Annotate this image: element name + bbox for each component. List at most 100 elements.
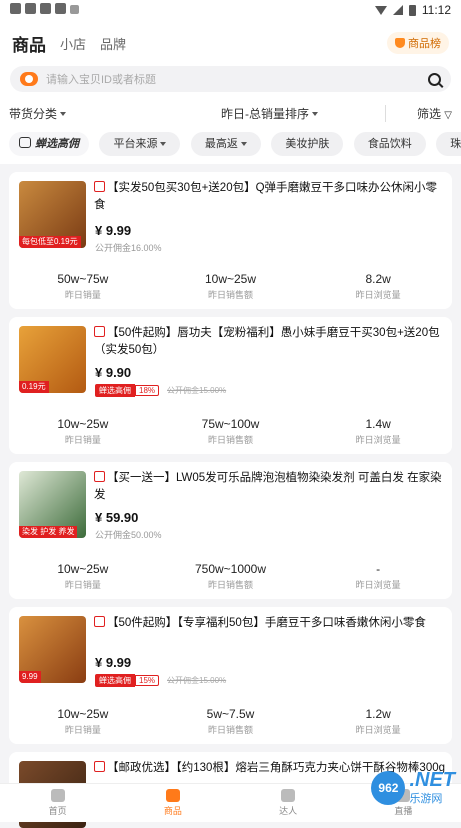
high-commission-badge: 蝉选高佣 15% 公开佣金15.00%: [95, 674, 226, 687]
nav-home[interactable]: 首页: [0, 789, 115, 817]
stat-value: 75w~100w: [201, 417, 260, 431]
thumbnail-label: 0.19元: [19, 381, 49, 393]
chip-platform-source[interactable]: 平台来源: [99, 132, 181, 156]
product-card[interactable]: 0.19元 【50件起购】唇功夫【宠粉福利】愚小妹手磨豆干买30包+送20包（实…: [9, 317, 452, 454]
product-thumbnail: 每包低至0.19元: [19, 181, 86, 248]
nav-label: 首页: [48, 806, 67, 816]
product-rank-button[interactable]: 商品榜: [387, 32, 449, 54]
stat-label: 昨日销量: [64, 290, 101, 300]
signal-icon: [392, 5, 403, 15]
notification-icon: [25, 3, 36, 14]
stat-label: 昨日销量: [64, 580, 101, 590]
watermark-domain: .NET: [409, 769, 455, 791]
shop-icon: [94, 181, 105, 192]
category-filter[interactable]: 带货分类: [9, 105, 154, 122]
product-list: 每包低至0.19元 【实发50包买30包+送20包】Q弹手磨嫩豆干多口味办公休闲…: [0, 172, 461, 828]
chanxuan-icon: [19, 137, 31, 148]
stat-sales-volume: 10w~25w 昨日销量: [9, 562, 157, 591]
search-input[interactable]: 请输入宝贝ID或者标题: [10, 66, 451, 92]
stat-label: 昨日销售额: [208, 290, 254, 300]
stat-value: 1.4w: [365, 417, 391, 431]
stat-sales-amount: 10w~25w 昨日销售额: [157, 272, 305, 301]
chip-highest-rebate[interactable]: 最高返: [190, 132, 261, 156]
shop-icon: [94, 761, 105, 772]
stat-label: 昨日销量: [64, 725, 101, 735]
person-icon: [281, 789, 296, 802]
badge-label: 蝉选高佣: [95, 674, 135, 687]
shop-icon: [94, 326, 105, 337]
category-filter-label: 带货分类: [9, 106, 58, 121]
product-price: ¥ 59.90: [95, 510, 139, 525]
search-area: 请输入宝贝ID或者标题: [0, 66, 461, 96]
screen-button[interactable]: 筛选 ▽: [385, 104, 452, 122]
public-commission: 公开佣金16.00%: [95, 243, 162, 253]
stat-label: 昨日浏览量: [355, 290, 401, 300]
status-icons-left: [10, 1, 83, 19]
trophy-icon: [395, 38, 405, 48]
thumbnail-label: 每包低至0.19元: [19, 236, 81, 248]
public-commission: 公开佣金15.00%: [167, 386, 227, 395]
site-watermark: 962 .NET 乐游网: [371, 770, 455, 806]
product-stats: 50w~75w 昨日销量 10w~25w 昨日销售额 8.2w 昨日浏览量: [9, 272, 452, 301]
nav-products[interactable]: 商品: [115, 789, 230, 817]
product-stats: 10w~25w 昨日销量 75w~100w 昨日销售额 1.4w 昨日浏览量: [9, 417, 452, 446]
product-card[interactable]: 9.99 【50件起购】【专享福利50包】手磨豆干多口味香嫩休闲小零食 ¥ 9.…: [9, 607, 452, 744]
chip-label: 珠宝饰品: [450, 138, 461, 150]
stat-sales-amount: 5w~7.5w 昨日销售额: [157, 707, 305, 736]
stat-views: 1.4w 昨日浏览量: [304, 417, 452, 446]
stat-label: 昨日销售额: [208, 725, 254, 735]
chip-food[interactable]: 食品饮料: [353, 132, 426, 156]
sort-label: 昨日-总销量排序: [221, 106, 309, 121]
stat-views: 8.2w 昨日浏览量: [304, 272, 452, 301]
status-bar: 11:12: [0, 0, 461, 20]
chip-chanxuan-high-commission[interactable]: 蝉选高佣: [9, 132, 89, 156]
thumbnail-label: 9.99: [19, 671, 41, 683]
stat-value: 10w~25w: [57, 417, 109, 431]
screen-label: 筛选: [416, 106, 441, 121]
sort-dropdown[interactable]: 昨日-总销量排序: [154, 105, 385, 122]
nav-label: 达人: [279, 806, 298, 816]
badge-rate: 15%: [135, 675, 160, 686]
tab-brands[interactable]: 品牌: [100, 34, 126, 53]
product-title-text: 【买一送一】LW05发可乐品牌泡泡植物染染发剂 可盖白发 在家染发: [94, 472, 442, 501]
chip-label: 最高返: [204, 138, 238, 150]
tab-products[interactable]: 商品: [12, 31, 46, 56]
watermark-sub: 乐游网: [409, 793, 443, 805]
notification-icon: [55, 3, 66, 14]
product-thumbnail: 9.99: [19, 616, 86, 683]
caret-down-icon: [160, 142, 167, 147]
stat-value: -: [376, 562, 381, 576]
app-logo-icon: [20, 72, 38, 86]
high-commission-badge: 蝉选高佣 18% 公开佣金15.00%: [95, 384, 226, 397]
notification-icon: [70, 5, 79, 14]
product-card[interactable]: 染发 护发 养发 【买一送一】LW05发可乐品牌泡泡植物染染发剂 可盖白发 在家…: [9, 462, 452, 599]
watermark-logo: 962: [371, 771, 406, 805]
product-price: ¥ 9.90: [95, 365, 132, 380]
product-stats: 10w~25w 昨日销量 750w~1000w 昨日销售额 - 昨日浏览量: [9, 562, 452, 591]
stat-label: 昨日销售额: [208, 580, 254, 590]
tab-shops[interactable]: 小店: [60, 34, 86, 53]
product-title: 【买一送一】LW05发可乐品牌泡泡植物染染发剂 可盖白发 在家染发: [94, 470, 446, 504]
stat-label: 昨日浏览量: [355, 435, 401, 445]
product-card[interactable]: 每包低至0.19元 【实发50包买30包+送20包】Q弹手磨嫩豆干多口味办公休闲…: [9, 172, 452, 309]
search-icon[interactable]: [428, 72, 441, 86]
chip-beauty[interactable]: 美妆护肤: [271, 132, 344, 156]
quick-filter-chips: 蝉选高佣 平台来源 最高返 美妆护肤 食品饮料 珠宝饰品 服: [0, 130, 461, 164]
public-commission: 公开佣金15.00%: [167, 676, 227, 685]
stat-value: 1.2w: [365, 707, 391, 721]
nav-influencers[interactable]: 达人: [231, 789, 346, 817]
stat-value: 10w~25w: [57, 562, 109, 576]
caret-down-icon: [60, 112, 67, 117]
product-thumbnail: 0.19元: [19, 326, 86, 393]
stat-label: 昨日销售额: [208, 435, 254, 445]
stat-sales-amount: 75w~100w 昨日销售额: [157, 417, 305, 446]
notification-icon: [10, 3, 21, 14]
chip-jewelry[interactable]: 珠宝饰品: [436, 132, 461, 156]
product-title-text: 【实发50包买30包+送20包】Q弹手磨嫩豆干多口味办公休闲小零食: [94, 182, 438, 211]
product-stats: 10w~25w 昨日销量 5w~7.5w 昨日销售额 1.2w 昨日浏览量: [9, 707, 452, 736]
nav-label: 直播: [394, 806, 413, 816]
product-title: 【实发50包买30包+送20包】Q弹手磨嫩豆干多口味办公休闲小零食: [94, 180, 446, 214]
stat-views: - 昨日浏览量: [304, 562, 452, 591]
home-icon: [50, 789, 65, 802]
bag-icon: [165, 789, 180, 802]
